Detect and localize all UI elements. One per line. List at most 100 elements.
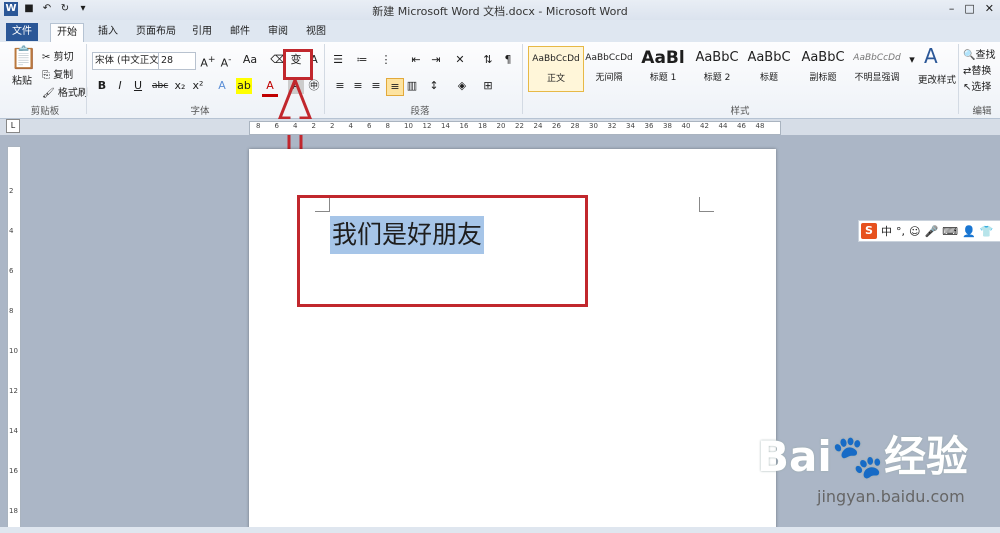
ruler-tick-label: 18 (478, 122, 487, 130)
highlight-icon[interactable]: ab (236, 78, 252, 94)
tab-mailings[interactable]: 邮件 (224, 23, 256, 41)
paw-icon: 🐾 (831, 432, 885, 481)
multilevel-list-icon[interactable]: ⋮ (378, 52, 394, 68)
bold-icon[interactable]: B (94, 78, 110, 94)
tab-file[interactable]: 文件 (6, 23, 38, 41)
watermark-brand: Bai (757, 432, 832, 481)
ime-language[interactable]: 中 (881, 223, 892, 239)
punctuation-icon[interactable]: °, (896, 225, 905, 238)
borders-icon[interactable]: ⊞ (480, 78, 496, 94)
font-color-icon[interactable]: A (262, 78, 278, 97)
mic-icon[interactable]: 🎤 (924, 225, 938, 238)
ruler-tick-label: 30 (589, 122, 598, 130)
tab-review[interactable]: 审阅 (262, 23, 294, 41)
horizontal-ruler[interactable]: 8 6 4 2 2 4 6 8 10 12 14 16 18 20 22 24 26 28 30 32 34 36 38 40… (249, 121, 781, 135)
format-painter-label: 格式刷 (57, 88, 88, 99)
format-painter-button[interactable]: 🖌 格式刷 (42, 84, 88, 99)
ruler-tick-label: 2 (311, 122, 316, 130)
ruler-tick-label: 28 (570, 122, 580, 130)
window-title: 新建 Microsoft Word 文档.docx - Microsoft Wo… (372, 5, 628, 18)
ruler-tick-label: 8 (256, 122, 261, 130)
close-icon[interactable]: ✕ (985, 2, 994, 15)
style-subtitle[interactable]: AaBbC 副标题 (796, 46, 850, 90)
copy-button[interactable]: ⎘ 复制 (42, 66, 73, 81)
select-button[interactable]: ↖选择 (963, 78, 991, 93)
numbering-icon[interactable]: ≔ (354, 52, 370, 68)
tab-selector-icon[interactable]: L (6, 119, 20, 133)
crop-mark (699, 197, 714, 212)
shirt-icon[interactable]: 👕 (980, 225, 994, 238)
cut-button[interactable]: ✂ 剪切 (42, 48, 74, 63)
style-name: 标题 2 (703, 73, 731, 83)
separator (86, 44, 87, 114)
text-effects-icon[interactable]: A (214, 78, 230, 94)
tab-references[interactable]: 引用 (186, 23, 218, 41)
ruler-tick-label: 6 (274, 122, 279, 130)
scissors-icon: ✂ (42, 52, 51, 63)
justify-icon[interactable]: ≡ (386, 78, 404, 96)
vertical-ruler[interactable]: 246 8 10 12 14 16 18 (7, 146, 21, 528)
separator (522, 44, 523, 114)
align-left-icon[interactable]: ≡ (332, 78, 348, 94)
sort-icon[interactable]: ⇅ (480, 52, 496, 68)
style-no-spacing[interactable]: AaBbCcDd 无间隔 (582, 46, 636, 90)
font-size-combo[interactable]: 28 (158, 52, 196, 70)
baidu-watermark: Bai🐾经验 jingyan.baidu.com (757, 423, 969, 506)
replace-label: 替换 (971, 66, 992, 77)
style-heading-2[interactable]: AaBbC 标题 2 (690, 46, 744, 90)
distributed-icon[interactable]: ▥ (404, 78, 420, 94)
ruler-tick-label: 20 (496, 122, 506, 130)
separator (958, 44, 959, 114)
styles-scroll-icon[interactable]: ▾ (904, 52, 920, 68)
decrease-indent-icon[interactable]: ⇤ (408, 52, 424, 68)
change-styles-icon[interactable]: A (924, 44, 938, 68)
keyboard-icon[interactable]: ⌨ (942, 225, 958, 238)
ruler-tick-label: 40 (681, 122, 691, 130)
find-button[interactable]: 🔍查找 (963, 46, 995, 61)
tab-insert[interactable]: 插入 (92, 23, 124, 41)
style-normal[interactable]: AaBbCcDd 正文 (528, 46, 584, 92)
minimize-icon[interactable]: – (949, 2, 955, 15)
tab-home[interactable]: 开始 (50, 23, 84, 42)
increase-indent-icon[interactable]: ⇥ (428, 52, 444, 68)
style-subtle-emphasis[interactable]: AaBbCcDd 不明显强调 (850, 46, 904, 90)
tab-page-layout[interactable]: 页面布局 (130, 23, 182, 41)
show-marks-icon[interactable]: ¶ (500, 52, 516, 68)
style-heading-1[interactable]: AaBl 标题 1 (636, 46, 690, 90)
underline-icon[interactable]: U (130, 78, 146, 94)
paste-button[interactable]: 粘贴 (12, 72, 32, 87)
style-name: 副标题 (809, 73, 837, 83)
change-case-icon[interactable]: Aa (242, 52, 258, 68)
grow-font-icon[interactable]: A+ (200, 52, 216, 70)
watermark-brand2: 经验 (884, 432, 969, 481)
italic-icon[interactable]: I (112, 78, 128, 94)
change-styles-button[interactable]: 更改样式 (918, 72, 956, 86)
chinese-layout-icon[interactable]: ✕ (452, 52, 468, 68)
tab-view[interactable]: 视图 (300, 23, 332, 41)
font-name-combo[interactable]: 宋体 (中文正文) (92, 52, 160, 70)
subscript-icon[interactable]: x₂ (172, 78, 188, 94)
ruler-tick-label: 46 (737, 122, 746, 130)
ribbon: 📋 粘贴 ✂ 剪切 ⎘ 复制 🖌 格式刷 剪贴板 宋体 (中文正文) 28 A+… (0, 42, 1000, 119)
paste-icon[interactable]: 📋 (10, 46, 37, 71)
replace-button[interactable]: ⇄替换 (963, 62, 991, 77)
style-name: 正文 (546, 74, 565, 84)
maximize-icon[interactable]: □ (964, 2, 974, 15)
ruler-tick-label: 38 (663, 122, 672, 130)
align-center-icon[interactable]: ≡ (350, 78, 366, 94)
status-bar (0, 527, 1000, 533)
user-icon[interactable]: 👤 (962, 225, 976, 238)
highlight-box-text (297, 195, 588, 307)
paragraph-group-label: 段落 (410, 106, 430, 117)
ribbon-tabs: 文件 开始 插入 页面布局 引用 邮件 审阅 视图 (0, 20, 1000, 42)
bullets-icon[interactable]: ☰ (330, 52, 346, 68)
strikethrough-icon[interactable]: abc (152, 78, 168, 94)
shrink-font-icon[interactable]: A- (218, 52, 234, 70)
align-right-icon[interactable]: ≡ (368, 78, 384, 94)
shading-icon[interactable]: ◈ (454, 78, 470, 94)
style-title[interactable]: AaBbC 标题 (742, 46, 796, 90)
line-spacing-icon[interactable]: ↕ (426, 78, 442, 94)
superscript-icon[interactable]: x² (190, 78, 206, 94)
ime-toolbar[interactable]: S 中 °, ☺ 🎤 ⌨ 👤 👕 (858, 220, 1000, 242)
emoji-icon[interactable]: ☺ (909, 225, 920, 238)
